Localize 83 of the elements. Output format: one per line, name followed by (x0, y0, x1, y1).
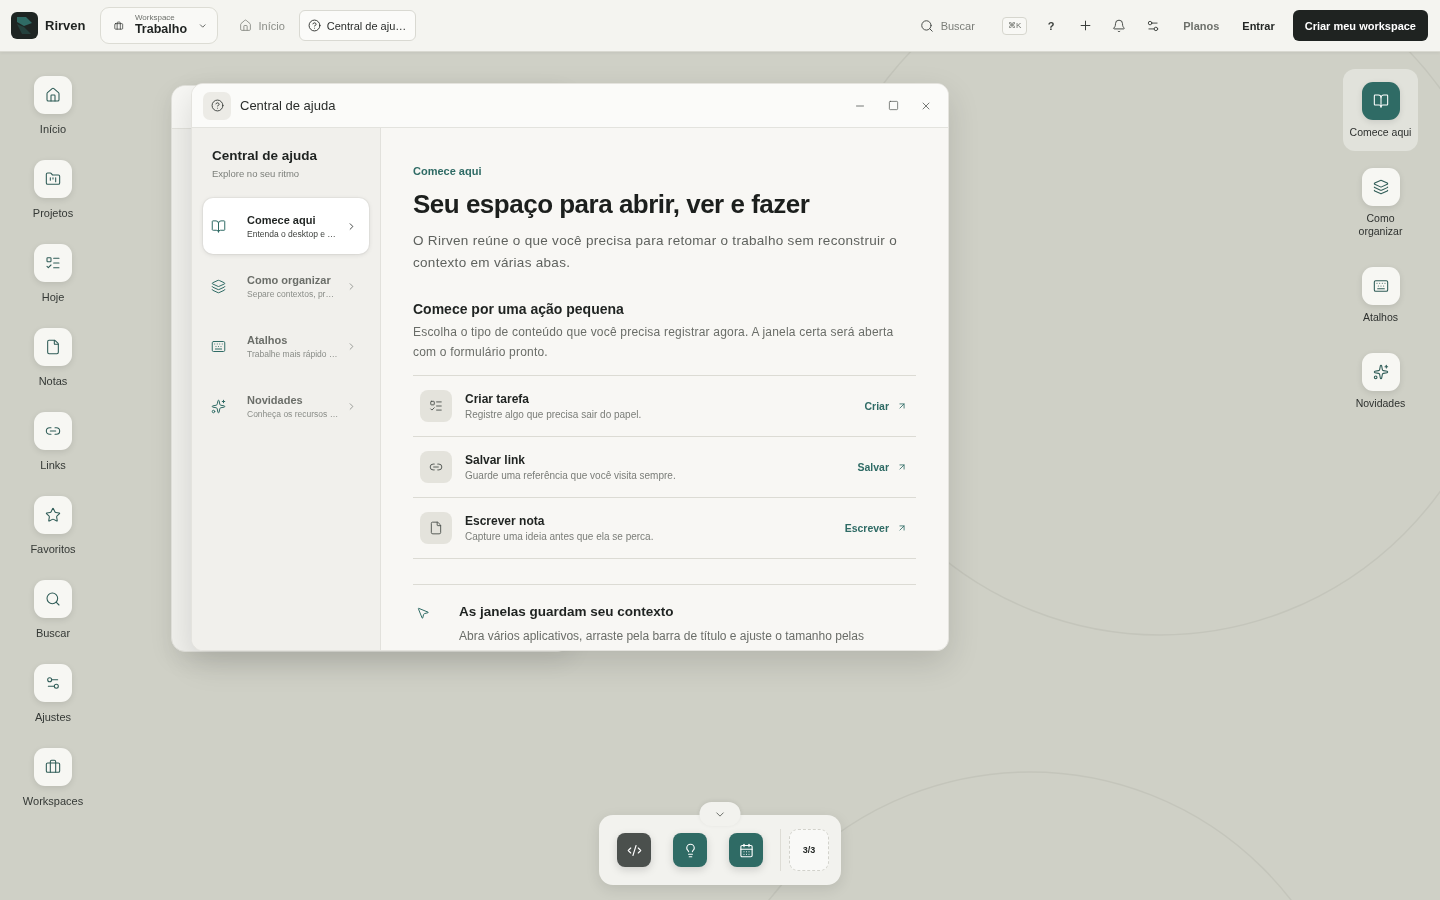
dock-item[interactable]: Workspaces (22, 748, 84, 808)
sparkles-icon (1361, 353, 1400, 391)
dock-item[interactable]: Novidades (1343, 340, 1418, 422)
sign-in-link[interactable]: Entrar (1242, 19, 1275, 32)
sidebar-item[interactable]: Novidades Conheça os recursos … (203, 378, 369, 434)
tip-title: As janelas guardam seu contexto (459, 603, 675, 621)
cursor-icon (416, 606, 430, 620)
briefcase-icon (114, 19, 124, 32)
checklist-icon (420, 390, 452, 422)
dock-item[interactable]: Como organizar (1343, 155, 1418, 250)
action-title: Criar tarefa (465, 392, 531, 406)
book-icon (1361, 82, 1400, 120)
shortcut-key: ⌘K (1001, 16, 1028, 35)
action-description: Registre algo que precisa sair do papel. (465, 409, 642, 420)
action-description: Capture uma ideia antes que ela se perca. (465, 531, 654, 542)
bell-icon (1112, 18, 1127, 33)
dock-item[interactable]: Comece aqui (1343, 69, 1418, 151)
dock-item[interactable]: Projetos (32, 160, 74, 220)
tip-text: Abra vários aplicativos, arraste pela barra de título e ajuste o tamanho pelas (459, 628, 864, 645)
action-link[interactable]: Criar (864, 400, 907, 412)
layers-icon (1361, 168, 1400, 206)
checklist-icon (34, 244, 72, 282)
keyboard-icon (211, 338, 226, 354)
arrow-up-right-icon (897, 523, 907, 533)
lightbulb-icon[interactable] (673, 833, 707, 867)
search-button[interactable]: Buscar (919, 18, 975, 33)
book-icon (211, 218, 226, 234)
page-heading: Seu espaço para abrir, ver e fazer (413, 189, 811, 219)
help-icon (203, 91, 231, 120)
action-link[interactable]: Escrever (844, 522, 907, 534)
sidebar-subtitle: Explore no seu ritmo (211, 168, 301, 180)
dock-item[interactable]: Buscar (34, 580, 72, 640)
create-workspace-button[interactable]: Criar meu workspace (1292, 10, 1428, 41)
briefcase-icon (34, 748, 72, 786)
help-icon (307, 19, 321, 32)
section-label: Comece aqui (413, 164, 483, 178)
workspace-counter: 3/3 (789, 829, 829, 871)
home-icon (34, 76, 72, 114)
help-button[interactable]: ? (1037, 11, 1066, 40)
arrow-up-right-icon (897, 462, 907, 472)
plans-link[interactable]: Planos (1183, 19, 1220, 32)
sliders-icon (34, 664, 72, 702)
action-link[interactable]: Salvar (857, 461, 907, 473)
workspace-switcher[interactable]: Workspace Trabalho (100, 7, 219, 44)
dock-item[interactable]: Links (34, 412, 72, 472)
file-icon (34, 328, 72, 366)
plus-icon (1077, 18, 1093, 33)
brand-name: Rirven (45, 18, 86, 33)
action-description: Guarde uma referência que você visita sempre. (465, 470, 676, 481)
tab[interactable]: Central de aju… (298, 10, 417, 41)
sliders-icon (1146, 18, 1161, 33)
dock-item[interactable]: Notas (34, 328, 72, 388)
home-icon (239, 19, 253, 32)
search-icon (919, 18, 934, 33)
file-icon (420, 512, 452, 544)
maximize-icon (887, 100, 899, 111)
sidebar-title: Central de ajuda (211, 148, 319, 164)
calendar-icon[interactable] (729, 833, 763, 867)
section-text: Escolha o tipo de conteúdo que você precisa registrar agora. A janela certa será aberta com o formulário pronto. (413, 324, 895, 361)
section-title: Comece por uma ação pequena (413, 300, 625, 318)
code-icon[interactable] (617, 833, 651, 867)
dock-item[interactable]: Início (34, 76, 72, 136)
layers-icon (211, 278, 226, 294)
folder-icon (34, 160, 72, 198)
arrow-up-right-icon (897, 401, 907, 411)
keyboard-icon (1361, 267, 1400, 305)
link-icon (420, 451, 452, 483)
sparkles-icon (211, 398, 226, 414)
dock-item[interactable]: Atalhos (1343, 254, 1418, 336)
dock-item[interactable]: Favoritos (30, 496, 76, 556)
sidebar-item[interactable]: Como organizar Separe contextos, pr… (203, 258, 369, 314)
action-title: Salvar link (465, 453, 527, 467)
window-title: Central de ajuda (240, 98, 336, 113)
dock-item[interactable]: Hoje (34, 244, 72, 304)
sidebar-item[interactable]: Comece aqui Entenda o desktop e … (203, 198, 369, 254)
intro-text: O Rirven reúne o que você precisa para retomar o trabalho sem reconstruir o contexto em várias abas. (413, 232, 898, 272)
action-title: Escrever nota (465, 514, 546, 528)
dock-item[interactable]: Ajustes (34, 664, 72, 724)
sidebar-item[interactable]: Atalhos Trabalhe mais rápido … (203, 318, 369, 374)
star-icon (34, 496, 72, 534)
search-icon (34, 580, 72, 618)
link-icon (34, 412, 72, 450)
logo-icon (11, 12, 38, 39)
